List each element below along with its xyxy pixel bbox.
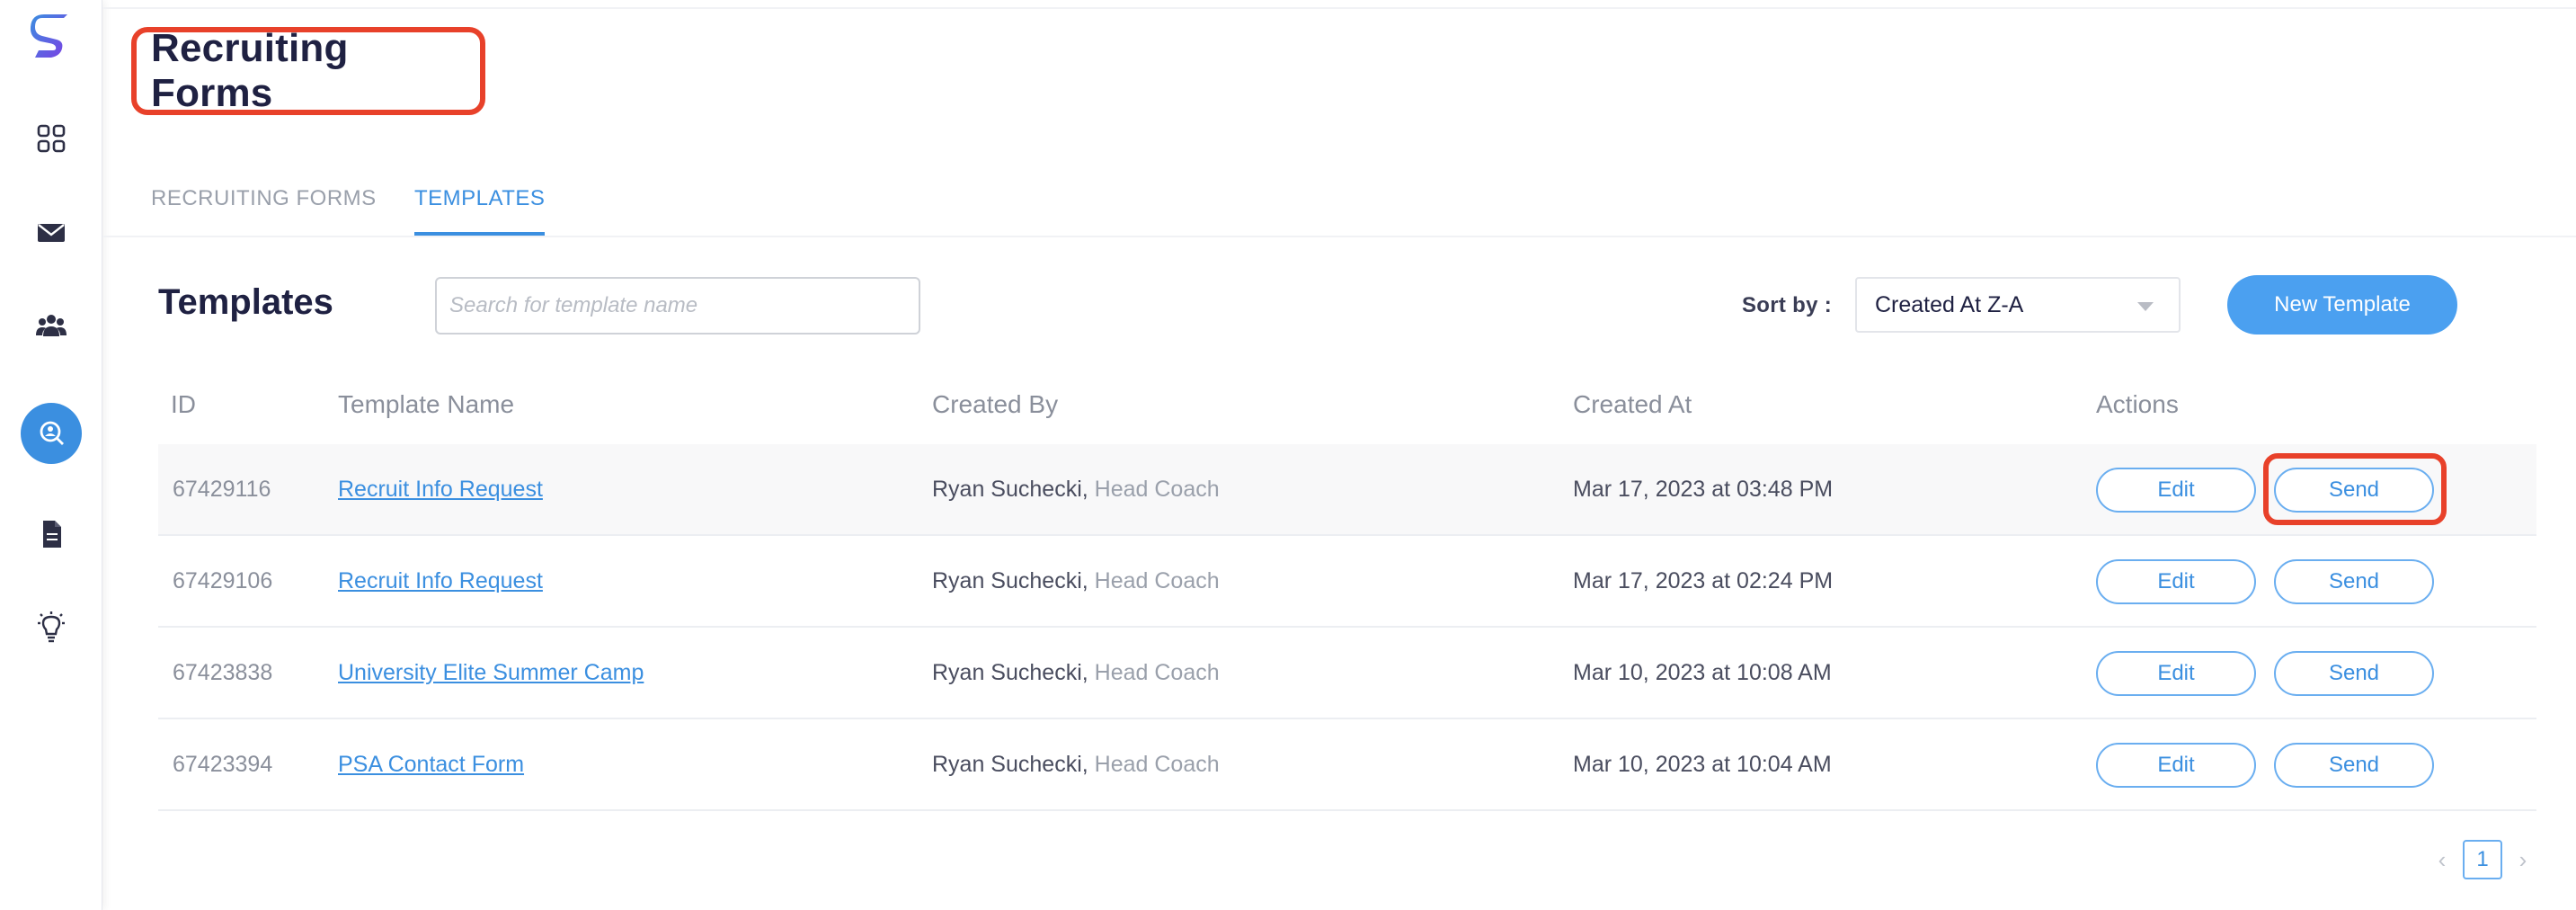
pagination: ‹ 1 › [2427,840,2538,879]
creator-name: Ryan Suchecki, [932,752,1088,777]
template-name-link[interactable]: University Elite Summer Camp [338,660,644,686]
template-name-link[interactable]: Recruit Info Request [338,477,543,503]
created-at: Mar 10, 2023 at 10:08 AM [1573,660,1832,685]
page-title: Recruiting Forms [151,26,349,115]
edit-button[interactable]: Edit [2096,559,2256,604]
mail-icon[interactable] [21,202,82,263]
sort-select[interactable]: Created At Z-A [1855,277,2181,333]
template-name-link[interactable]: Recruit Info Request [338,568,543,594]
creator-name: Ryan Suchecki, [932,660,1088,685]
app-logo-icon[interactable] [28,13,75,65]
sort-label: Sort by : [1742,293,1833,317]
table-row: 67423838 University Elite Summer Camp Ry… [158,628,2536,719]
edit-button[interactable]: Edit [2096,743,2256,788]
creator-name: Ryan Suchecki, [932,568,1088,593]
header-divider [102,7,2576,9]
dashboard-grid-icon[interactable] [21,108,82,169]
team-icon[interactable] [21,295,82,356]
created-by: Ryan Suchecki, Head Coach [932,752,1220,778]
creator-role: Head Coach [1094,477,1220,502]
row-id: 67429116 [173,477,271,502]
row-id: 67423394 [173,752,273,777]
table-row: 67429116 Recruit Info Request Ryan Suche… [158,444,2536,536]
section-title: Templates [158,282,333,322]
creator-role: Head Coach [1094,568,1220,593]
creator-role: Head Coach [1094,660,1220,685]
chevron-down-icon [2137,302,2154,311]
templates-table: ID Template Name Created By Created At A… [158,378,2536,811]
tab-templates[interactable]: TEMPLATES [414,178,546,236]
page-number-current[interactable]: 1 [2463,840,2502,879]
edit-button[interactable]: Edit [2096,468,2256,513]
creator-name: Ryan Suchecki, [932,477,1088,502]
recruit-search-icon[interactable] [21,403,82,464]
creator-role: Head Coach [1094,752,1220,777]
new-template-button[interactable]: New Template [2227,275,2457,335]
sort-select-value: Created At Z-A [1875,291,2024,317]
template-name-link[interactable]: PSA Contact Form [338,752,524,778]
send-button[interactable]: Send [2274,559,2434,604]
edit-button[interactable]: Edit [2096,651,2256,696]
prev-page-icon[interactable]: ‹ [2427,846,2457,874]
created-at: Mar 17, 2023 at 02:24 PM [1573,568,1834,593]
table-header: ID Template Name Created By Created At A… [158,378,2536,444]
column-header-created-by: Created By [932,390,1059,418]
created-by: Ryan Suchecki, Head Coach [932,477,1220,503]
column-header-actions: Actions [2096,390,2179,418]
next-page-icon[interactable]: › [2508,846,2538,874]
table-row: 67423394 PSA Contact Form Ryan Suchecki,… [158,719,2536,811]
sidebar [0,0,102,910]
column-header-template-name: Template Name [338,390,515,418]
created-by: Ryan Suchecki, Head Coach [932,660,1220,686]
created-at: Mar 17, 2023 at 03:48 PM [1573,477,1834,502]
created-at: Mar 10, 2023 at 10:04 AM [1573,752,1832,777]
column-header-id: ID [171,390,196,418]
page-title-highlight: Recruiting Forms [131,26,485,115]
lightbulb-icon[interactable] [21,597,82,658]
send-button[interactable]: Send [2274,468,2434,513]
tab-divider [102,236,2576,237]
table-row: 67429106 Recruit Info Request Ryan Suche… [158,536,2536,628]
send-button[interactable]: Send [2274,651,2434,696]
send-button[interactable]: Send [2274,743,2434,788]
search-input[interactable] [435,277,920,335]
tab-recruiting-forms[interactable]: RECRUITING FORMS [151,178,377,236]
row-id: 67423838 [173,660,273,685]
created-by: Ryan Suchecki, Head Coach [932,568,1220,594]
document-icon[interactable] [21,504,82,565]
row-id: 67429106 [173,568,273,593]
column-header-created-at: Created At [1573,390,1692,418]
